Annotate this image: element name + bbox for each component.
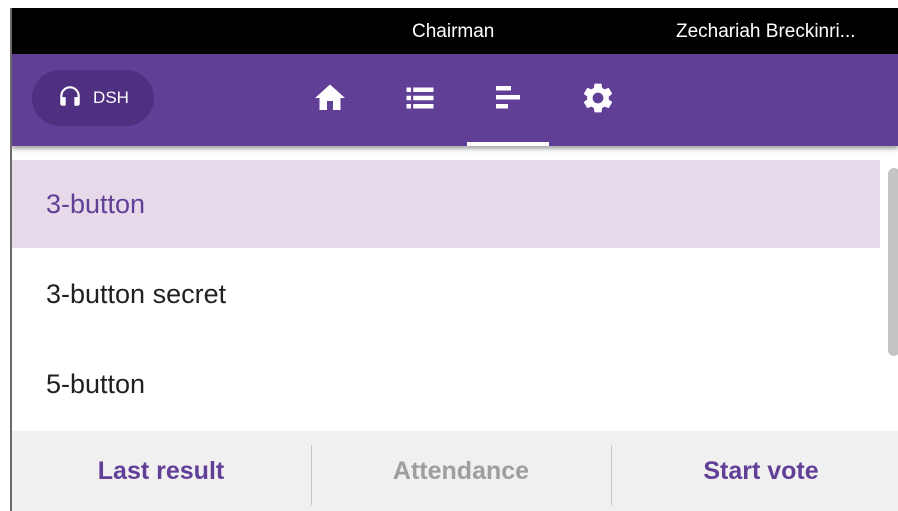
vote-type-list: 3-button 3-button secret 5-button xyxy=(12,146,898,431)
app-window: Chairman Zechariah Breckinri... DSH 3-bu… xyxy=(10,8,898,511)
headset-icon xyxy=(57,83,83,114)
last-result-button[interactable]: Last result xyxy=(12,431,310,511)
list-item-label: 5-button xyxy=(46,368,146,399)
status-bar: Chairman Zechariah Breckinri... xyxy=(12,8,898,54)
user-role: Chairman xyxy=(412,21,495,42)
list-item-label: 3-button xyxy=(46,188,146,219)
gear-icon xyxy=(580,80,616,121)
attendance-button[interactable]: Attendance xyxy=(312,431,610,511)
active-tab-indicator xyxy=(467,142,549,146)
list-item[interactable]: 3-button xyxy=(12,160,880,248)
tab-settings[interactable] xyxy=(576,78,620,122)
tab-list[interactable] xyxy=(398,78,442,122)
tab-results[interactable] xyxy=(486,78,530,122)
tab-home[interactable] xyxy=(308,78,352,122)
action-bar: Last result Attendance Start vote xyxy=(12,431,898,511)
list-item[interactable]: 3-button secret xyxy=(12,250,880,338)
dsh-chip-button[interactable]: DSH xyxy=(32,70,154,126)
list-item-label: 3-button secret xyxy=(46,278,227,309)
start-vote-button[interactable]: Start vote xyxy=(612,431,898,511)
user-name: Zechariah Breckinri... xyxy=(676,21,856,42)
nav-bar: DSH xyxy=(12,54,898,146)
sort-bars-icon xyxy=(490,80,526,121)
list-icon xyxy=(402,80,438,121)
list-scrollbar[interactable] xyxy=(888,168,898,356)
list-item[interactable]: 5-button xyxy=(12,340,880,428)
home-icon xyxy=(312,80,348,121)
dsh-chip-label: DSH xyxy=(93,88,129,107)
